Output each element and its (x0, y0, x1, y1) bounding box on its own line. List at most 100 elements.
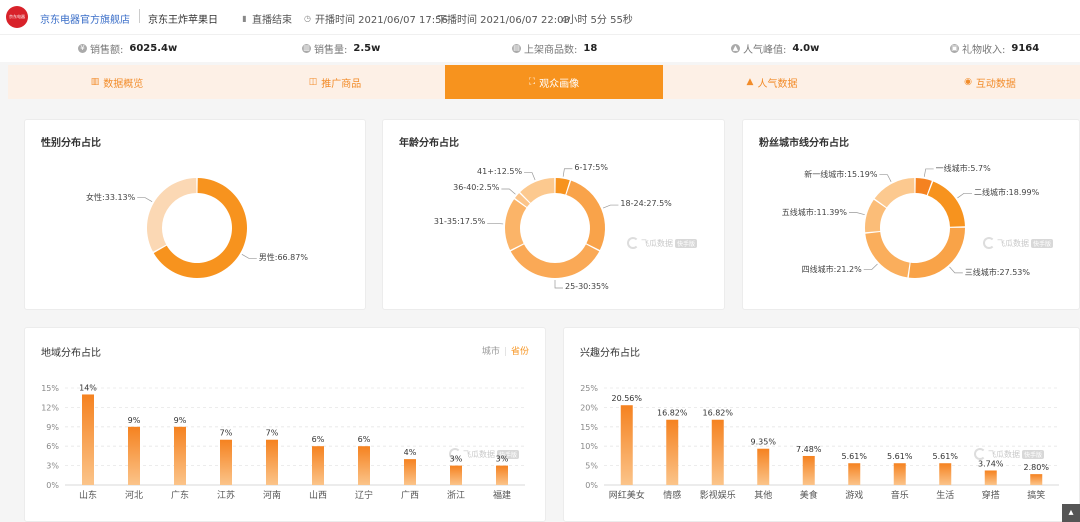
y-tick-label: 25% (580, 384, 598, 393)
x-tick-label: 浙江 (447, 489, 465, 501)
x-tick-label: 其他 (754, 489, 772, 501)
bar[interactable] (1030, 474, 1043, 485)
bar-value-label: 6% (358, 435, 371, 444)
y-tick-label: 9% (46, 423, 59, 432)
bar[interactable] (666, 419, 679, 485)
live-status-text: 直播结束 (252, 15, 292, 26)
y-tick-label: 15% (580, 423, 598, 432)
bar[interactable] (450, 465, 462, 485)
interest-chart-card: 兴趣分布占比 飞瓜数据 快手版 0% 5% 10% 15% 20% 25% 20.56% 网红… (563, 327, 1080, 522)
donut-slice[interactable] (505, 199, 527, 251)
stat-value: 18 (583, 43, 598, 54)
tab-audience-profile[interactable]: ⛶ 观众画像 (445, 65, 663, 99)
stat-value: 4.0w (792, 43, 820, 54)
bar[interactable] (174, 426, 186, 485)
bar-value-label: 7% (266, 429, 279, 438)
donut-slice[interactable] (865, 199, 887, 233)
bar-value-label: 7% (220, 429, 233, 438)
bar-value-label: 9% (128, 416, 141, 425)
y-tick-label: 20% (580, 403, 598, 412)
fire-icon: ▲ (746, 77, 754, 87)
bar-icon: ▥ (302, 44, 311, 53)
x-tick-label: 游戏 (845, 489, 863, 501)
header-divider (139, 9, 140, 23)
bar-chart: 0% 3% 6% 9% 12% 15% 14% 山东 9% 河北 9% 广东 7% 江苏 7% 河南 6% 山西 6… (41, 383, 525, 501)
bar[interactable] (802, 455, 815, 485)
leader-line (863, 263, 878, 270)
x-tick-label: 江苏 (217, 489, 235, 501)
donut-slice[interactable] (510, 244, 600, 278)
bar[interactable] (128, 426, 140, 485)
x-tick-label: 山东 (79, 489, 97, 501)
slice-label: 一线城市:5.7% (935, 163, 991, 173)
stat-label: 上架商品数: (524, 45, 578, 56)
end-time: 下播时间 2021/06/07 22:03 (437, 11, 570, 26)
bar-value-label: 9% (174, 416, 187, 425)
bar-value-label: 14% (79, 383, 97, 392)
bar[interactable] (893, 463, 906, 485)
bar-value-label: 2.80% (1024, 463, 1050, 472)
x-tick-label: 网红美女 (609, 489, 645, 501)
bar-value-label: 9.35% (751, 438, 777, 447)
bar[interactable] (848, 463, 861, 485)
stat-label: 销售额: (90, 45, 124, 56)
donut-slice[interactable] (927, 181, 965, 227)
x-tick-label: 河北 (125, 489, 143, 501)
clock-icon: ◷ (304, 14, 311, 23)
y-tick-label: 10% (580, 442, 598, 451)
x-tick-label: 影视娱乐 (700, 489, 736, 501)
chart-icon: ▥ (90, 77, 100, 87)
leader-line (501, 188, 516, 195)
bar-value-label: 5.61% (933, 452, 959, 461)
slice-label: 31-35:17.5% (433, 217, 486, 227)
slice-label: 41+:12.5% (477, 166, 523, 176)
leader-line (487, 222, 504, 225)
bar-value-label: 7.48% (796, 445, 822, 454)
bar[interactable] (220, 439, 232, 485)
leader-line (562, 168, 573, 177)
shop-logo[interactable]: 京东电器 (6, 6, 28, 28)
leader-line (241, 253, 257, 259)
leader-line (554, 280, 563, 289)
shop-name-link[interactable]: 京东电器官方旗舰店 (40, 11, 130, 26)
slice-label: 女性:33.13% (86, 192, 136, 202)
tab-interaction-data[interactable]: ◉ 互动数据 (881, 65, 1080, 99)
tab-label: 互动数据 (975, 78, 1016, 90)
donut-slice[interactable] (874, 178, 915, 208)
tab-popularity-data[interactable]: ▲ 人气数据 (663, 65, 881, 99)
tab-promoted-products[interactable]: ◫ 推广商品 (226, 65, 444, 99)
bar[interactable] (358, 446, 370, 485)
bar[interactable] (939, 463, 952, 485)
donut-slice[interactable] (566, 180, 605, 251)
donut-slice[interactable] (520, 178, 555, 203)
bar[interactable] (312, 446, 324, 485)
stat-value: 9164 (1011, 43, 1040, 54)
tab-label: 观众画像 (539, 78, 580, 90)
live-room-title: 京东王炸苹果日 (148, 15, 218, 26)
bar[interactable] (404, 459, 416, 485)
x-tick-label: 搞笑 (1027, 489, 1045, 501)
donut-slice[interactable] (147, 178, 197, 252)
bar[interactable] (757, 448, 770, 485)
tab-data-overview[interactable]: ▥ 数据概览 (8, 65, 226, 99)
scroll-top-button[interactable]: ▴ (1062, 504, 1080, 522)
bar[interactable] (620, 405, 633, 485)
donut-slice[interactable] (865, 231, 910, 278)
bar[interactable] (82, 394, 94, 485)
bar-value-label: 4% (404, 448, 417, 457)
leader-line (957, 192, 972, 199)
leader-line (602, 204, 619, 209)
bar[interactable] (266, 439, 278, 485)
slice-label: 36-40:2.5% (453, 183, 500, 193)
bar-value-label: 20.56% (611, 394, 642, 403)
stat-label: 销售量: (314, 45, 348, 56)
donut-slice[interactable] (908, 227, 965, 278)
stat-sales-amount: ¥ 销售额: 6025.4w (78, 41, 177, 56)
bar-value-label: 6% (312, 435, 325, 444)
bar[interactable] (711, 419, 724, 485)
bar[interactable] (984, 470, 997, 485)
end-time-text: 下播时间 2021/06/07 22:03 (437, 15, 570, 26)
x-tick-label: 音乐 (891, 489, 909, 501)
bar-value-label: 5.61% (842, 452, 868, 461)
bar[interactable] (496, 465, 508, 485)
